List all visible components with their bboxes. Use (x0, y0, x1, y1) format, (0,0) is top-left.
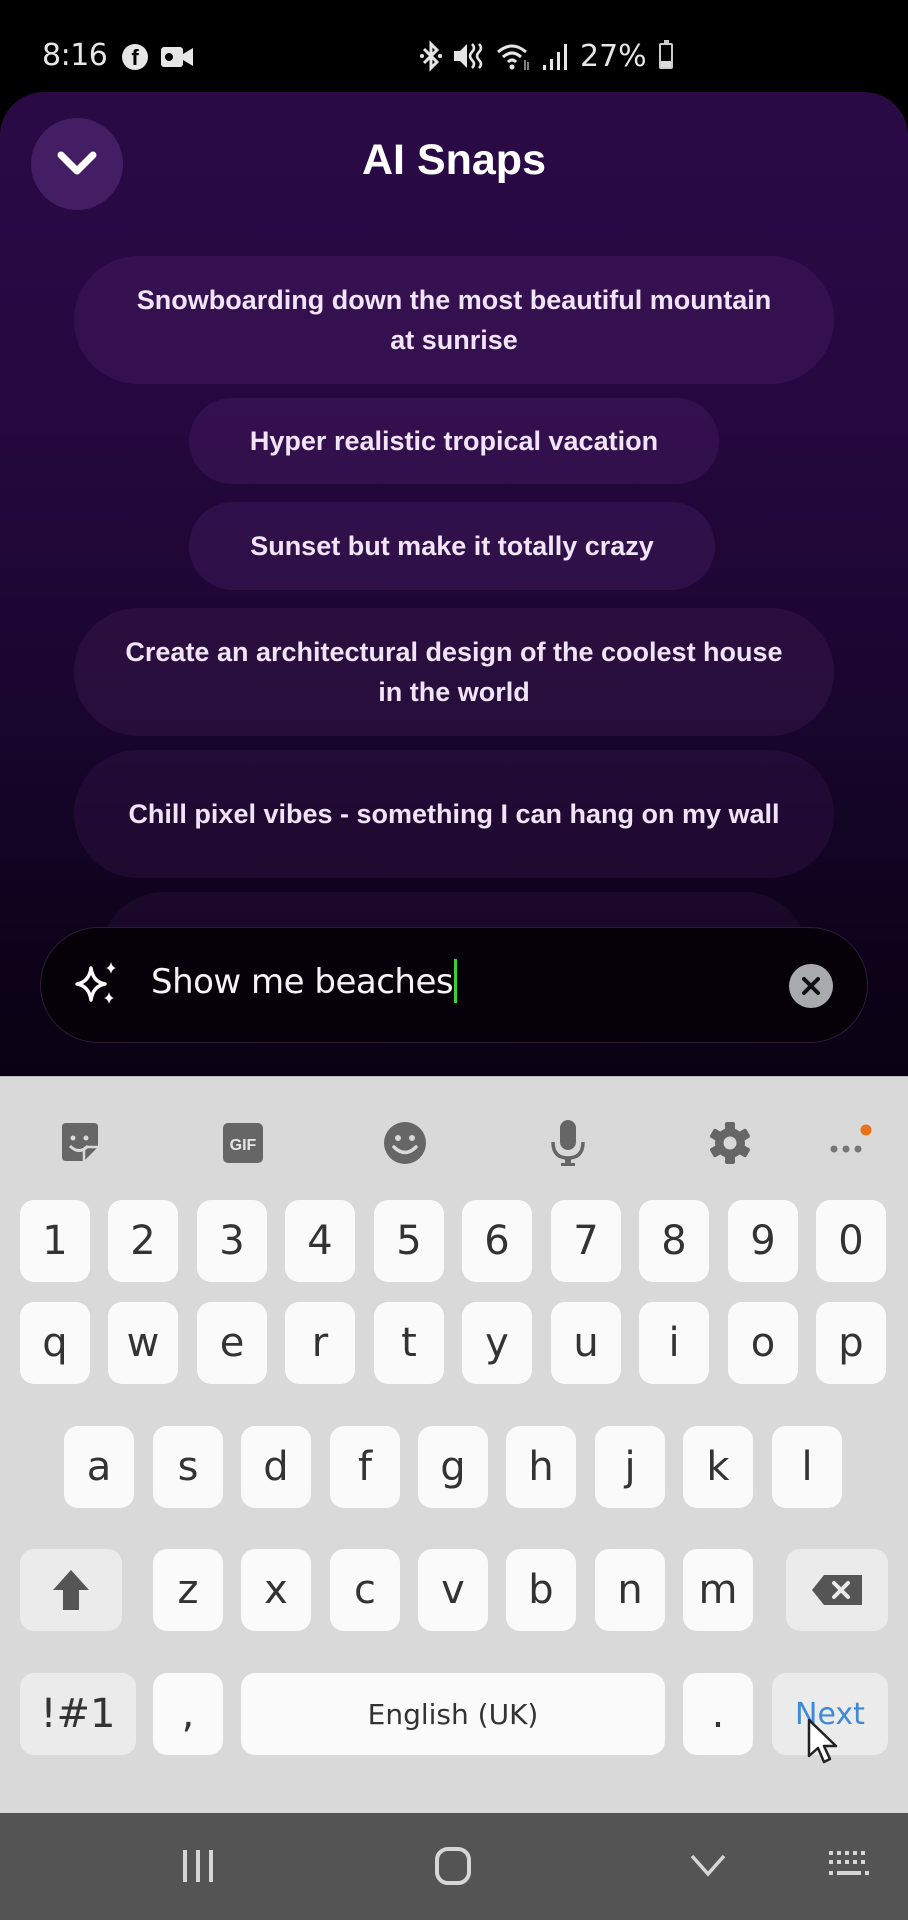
status-bar: 8:16 f 27% (0, 0, 908, 92)
recents-icon (183, 1850, 213, 1882)
key-j[interactable]: j (595, 1426, 665, 1508)
recents-button[interactable] (178, 1843, 218, 1889)
key-5[interactable]: 5 (374, 1200, 444, 1282)
key-n[interactable]: n (595, 1549, 665, 1631)
key-8[interactable]: 8 (639, 1200, 709, 1282)
key-c[interactable]: c (330, 1549, 400, 1631)
screen: 8:16 f 27% AI Snaps Snowboarding down th… (0, 0, 908, 1920)
key-7[interactable]: 7 (551, 1200, 621, 1282)
navigation-bar (0, 1813, 908, 1920)
wifi-icon (497, 44, 529, 70)
key-m[interactable]: m (683, 1549, 753, 1631)
key-o[interactable]: o (728, 1302, 798, 1384)
status-time: 8:16 (42, 38, 108, 73)
key-v[interactable]: v (418, 1549, 488, 1631)
key-x[interactable]: x (241, 1549, 311, 1631)
prompt-input-value: Show me beaches (151, 962, 454, 1002)
svg-text:GIF: GIF (230, 1137, 257, 1154)
key-6[interactable]: 6 (462, 1200, 532, 1282)
home-icon (435, 1847, 471, 1885)
gif-icon: GIF (223, 1123, 263, 1163)
prompt-suggestion[interactable]: Chill pixel vibes - something I can hang… (74, 750, 834, 878)
battery-icon (658, 40, 673, 69)
key-u[interactable]: u (551, 1302, 621, 1384)
key-k[interactable]: k (683, 1426, 753, 1508)
settings-icon (710, 1122, 750, 1164)
key-r[interactable]: r (285, 1302, 355, 1384)
shift-key[interactable] (20, 1549, 122, 1631)
key-9[interactable]: 9 (728, 1200, 798, 1282)
shift-icon (53, 1570, 89, 1610)
period-key[interactable]: . (683, 1673, 753, 1755)
sticker-button[interactable] (50, 1113, 110, 1173)
battery-percent: 27% (580, 38, 647, 74)
key-p[interactable]: p (816, 1302, 886, 1384)
key-0[interactable]: 0 (816, 1200, 886, 1282)
comma-key[interactable]: , (153, 1673, 223, 1755)
prompt-input-field[interactable]: Show me beaches (40, 927, 868, 1043)
next-key[interactable]: Next (772, 1673, 888, 1755)
key-4[interactable]: 4 (285, 1200, 355, 1282)
emoji-button[interactable] (375, 1113, 435, 1173)
key-l[interactable]: l (772, 1426, 842, 1508)
key-y[interactable]: y (462, 1302, 532, 1384)
prompt-suggestion[interactable]: Sunset but make it totally crazy (189, 502, 715, 590)
sticker-icon (62, 1123, 98, 1161)
hide-keyboard-icon (690, 1854, 726, 1877)
emoji-icon (384, 1122, 426, 1164)
key-a[interactable]: a (64, 1426, 134, 1508)
key-s[interactable]: s (153, 1426, 223, 1508)
keyboard: GIF 1 2 3 4 5 6 7 8 9 0 q w e r t y u i … (0, 1076, 908, 1813)
key-2[interactable]: 2 (108, 1200, 178, 1282)
microphone-icon (551, 1120, 585, 1166)
facebook-icon: f (122, 44, 148, 70)
gif-button[interactable]: GIF (213, 1113, 273, 1173)
page-title: AI Snaps (362, 136, 546, 184)
key-1[interactable]: 1 (20, 1200, 90, 1282)
text-caret (454, 958, 458, 1003)
clear-button[interactable] (789, 964, 833, 1008)
prompt-suggestion[interactable]: Create an architectural design of the co… (74, 608, 834, 736)
key-q[interactable]: q (20, 1302, 90, 1384)
bluetooth-icon (420, 40, 442, 72)
key-f[interactable]: f (330, 1426, 400, 1508)
backspace-icon (812, 1575, 862, 1605)
prompt-input[interactable]: Show me beaches (151, 958, 458, 1003)
battery-level (660, 61, 671, 67)
status-icons: 27% (420, 38, 673, 74)
mute-vibrate-icon (454, 43, 483, 69)
more-icon (830, 1124, 872, 1153)
keyboard-switch-button[interactable] (826, 1843, 872, 1889)
key-h[interactable]: h (506, 1426, 576, 1508)
space-key[interactable]: English (UK) (241, 1673, 665, 1755)
key-t[interactable]: t (374, 1302, 444, 1384)
hide-keyboard-button[interactable] (688, 1843, 728, 1889)
keyboard-switch-icon (829, 1851, 869, 1875)
notification-dot (860, 1124, 872, 1136)
voice-input-button[interactable] (538, 1113, 598, 1173)
key-b[interactable]: b (506, 1549, 576, 1631)
backspace-key[interactable] (786, 1549, 888, 1631)
symbols-key[interactable]: !#1 (20, 1673, 136, 1755)
key-z[interactable]: z (153, 1549, 223, 1631)
ai-snaps-sheet: AI Snaps Snowboarding down the most beau… (0, 92, 908, 1077)
more-button[interactable] (820, 1113, 880, 1173)
key-d[interactable]: d (241, 1426, 311, 1508)
key-i[interactable]: i (639, 1302, 709, 1384)
key-w[interactable]: w (108, 1302, 178, 1384)
signal-icon (543, 44, 567, 70)
key-3[interactable]: 3 (197, 1200, 267, 1282)
home-button[interactable] (430, 1843, 476, 1889)
video-camera-icon (161, 47, 193, 67)
key-g[interactable]: g (418, 1426, 488, 1508)
prompt-suggestion[interactable]: Hyper realistic tropical vacation (189, 398, 719, 484)
prompt-suggestion[interactable]: Snowboarding down the most beautiful mou… (74, 256, 834, 384)
keyboard-settings-button[interactable] (700, 1113, 760, 1173)
clear-icon (802, 977, 820, 995)
sparkles-icon (75, 962, 116, 1004)
key-e[interactable]: e (197, 1302, 267, 1384)
